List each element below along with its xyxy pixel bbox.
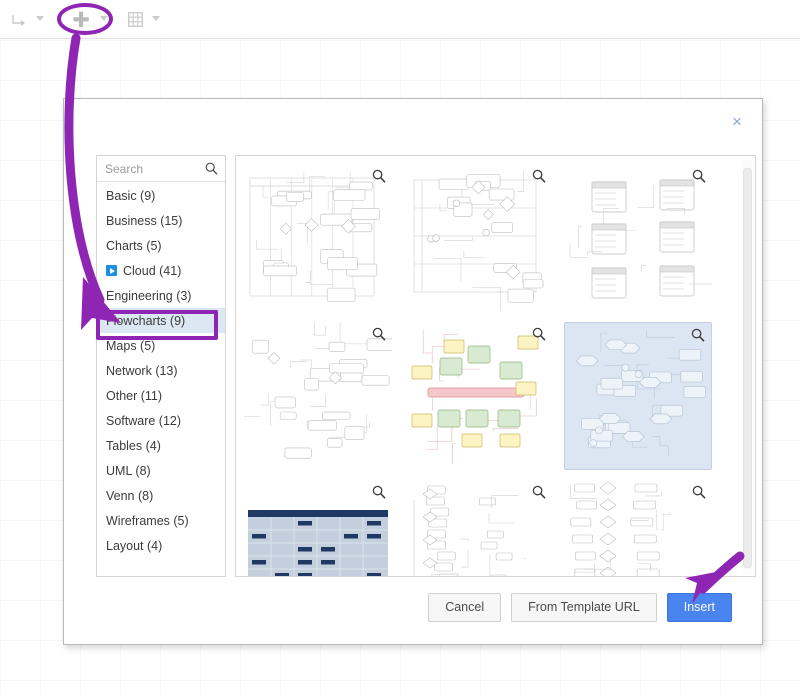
category-label: Basic (9) bbox=[106, 189, 155, 203]
template-thumbnail[interactable] bbox=[404, 480, 552, 577]
dialog-body: Basic (9) Business (15) Charts (5) Cloud (4… bbox=[96, 155, 756, 577]
category-label: Business (15) bbox=[106, 214, 182, 228]
category-item[interactable]: Tables (4) bbox=[97, 433, 225, 458]
category-label: Software (12) bbox=[106, 414, 181, 428]
category-label: Other (11) bbox=[106, 389, 162, 403]
category-list: Basic (9) Business (15) Charts (5) Cloud (4… bbox=[97, 182, 225, 558]
preview-zoom-icon[interactable] bbox=[692, 485, 706, 499]
chevron-down-icon bbox=[152, 16, 160, 21]
preview-zoom-icon[interactable] bbox=[372, 485, 386, 499]
category-label: Wireframes (5) bbox=[106, 514, 189, 528]
category-label: Flowcharts (9) bbox=[106, 314, 185, 328]
category-item[interactable]: Software (12) bbox=[97, 408, 225, 433]
expand-arrow-icon bbox=[106, 265, 117, 276]
category-item[interactable]: Flowcharts (9) bbox=[97, 308, 225, 333]
waypoint-tool-button[interactable] bbox=[10, 11, 30, 29]
category-item[interactable]: Basic (9) bbox=[97, 183, 225, 208]
grid-icon bbox=[128, 12, 143, 27]
preview-zoom-icon[interactable] bbox=[532, 169, 546, 183]
chevron-down-icon bbox=[36, 16, 44, 21]
waypoint-icon bbox=[11, 12, 29, 28]
annotation-ellipse-insert bbox=[57, 3, 113, 35]
category-sidebar: Basic (9) Business (15) Charts (5) Cloud (4… bbox=[96, 155, 226, 577]
category-item[interactable]: Layout (4) bbox=[97, 533, 225, 558]
search-row[interactable] bbox=[97, 156, 225, 182]
category-label: Engineering (3) bbox=[106, 289, 191, 303]
category-item[interactable]: Wireframes (5) bbox=[97, 508, 225, 533]
dialog-footer: Cancel From Template URL Insert bbox=[64, 593, 764, 622]
template-preview bbox=[565, 323, 711, 469]
template-preview bbox=[564, 480, 712, 577]
template-thumbnail[interactable] bbox=[564, 322, 712, 470]
cancel-button[interactable]: Cancel bbox=[428, 593, 501, 622]
template-preview bbox=[404, 480, 552, 577]
template-thumbnail[interactable] bbox=[244, 480, 392, 577]
preview-zoom-icon[interactable] bbox=[532, 327, 546, 341]
category-item[interactable]: Cloud (41) bbox=[97, 258, 225, 283]
insert-button-dialog[interactable]: Insert bbox=[667, 593, 732, 622]
category-item[interactable]: Venn (8) bbox=[97, 483, 225, 508]
template-preview bbox=[244, 164, 392, 312]
category-label: Layout (4) bbox=[106, 539, 162, 553]
category-item[interactable]: UML (8) bbox=[97, 458, 225, 483]
template-thumbnail[interactable] bbox=[564, 164, 712, 312]
close-icon[interactable]: × bbox=[728, 113, 746, 131]
category-item[interactable]: Maps (5) bbox=[97, 333, 225, 358]
template-scrollbar-thumb[interactable] bbox=[743, 168, 752, 568]
template-preview bbox=[244, 480, 392, 577]
search-input[interactable] bbox=[103, 161, 205, 177]
waypoint-dropdown-caret[interactable] bbox=[36, 16, 44, 21]
table-dropdown-caret[interactable] bbox=[152, 16, 160, 21]
template-thumbnail[interactable] bbox=[404, 322, 552, 470]
table-button[interactable] bbox=[126, 11, 144, 28]
top-toolbar: ✚ bbox=[0, 0, 800, 39]
preview-zoom-icon[interactable] bbox=[532, 485, 546, 499]
preview-zoom-icon[interactable] bbox=[372, 169, 386, 183]
category-item[interactable]: Engineering (3) bbox=[97, 283, 225, 308]
template-preview bbox=[404, 164, 552, 312]
preview-zoom-icon[interactable] bbox=[691, 328, 705, 342]
template-thumbnail[interactable] bbox=[564, 480, 712, 577]
template-preview bbox=[564, 164, 712, 312]
template-preview bbox=[244, 322, 392, 470]
template-grid-panel bbox=[235, 155, 756, 577]
category-label: Charts (5) bbox=[106, 239, 162, 253]
template-picker-dialog: × Basic (9) Business (15) Charts (5) Cloud … bbox=[63, 98, 763, 645]
app-root: ✚ × bbox=[0, 0, 800, 696]
category-label: UML (8) bbox=[106, 464, 151, 478]
category-item[interactable]: Charts (5) bbox=[97, 233, 225, 258]
category-item[interactable]: Network (13) bbox=[97, 358, 225, 383]
preview-zoom-icon[interactable] bbox=[692, 169, 706, 183]
from-template-url-button[interactable]: From Template URL bbox=[511, 593, 657, 622]
category-label: Cloud (41) bbox=[123, 264, 181, 278]
template-preview bbox=[404, 322, 552, 470]
template-thumbnail[interactable] bbox=[244, 322, 392, 470]
template-thumbnail[interactable] bbox=[244, 164, 392, 312]
template-grid bbox=[244, 164, 739, 577]
category-item[interactable]: Business (15) bbox=[97, 208, 225, 233]
preview-zoom-icon[interactable] bbox=[372, 327, 386, 341]
category-label: Venn (8) bbox=[106, 489, 153, 503]
category-label: Network (13) bbox=[106, 364, 178, 378]
category-item[interactable]: Other (11) bbox=[97, 383, 225, 408]
category-label: Maps (5) bbox=[106, 339, 155, 353]
search-icon bbox=[205, 162, 218, 175]
category-label: Tables (4) bbox=[106, 439, 161, 453]
template-thumbnail[interactable] bbox=[404, 164, 552, 312]
